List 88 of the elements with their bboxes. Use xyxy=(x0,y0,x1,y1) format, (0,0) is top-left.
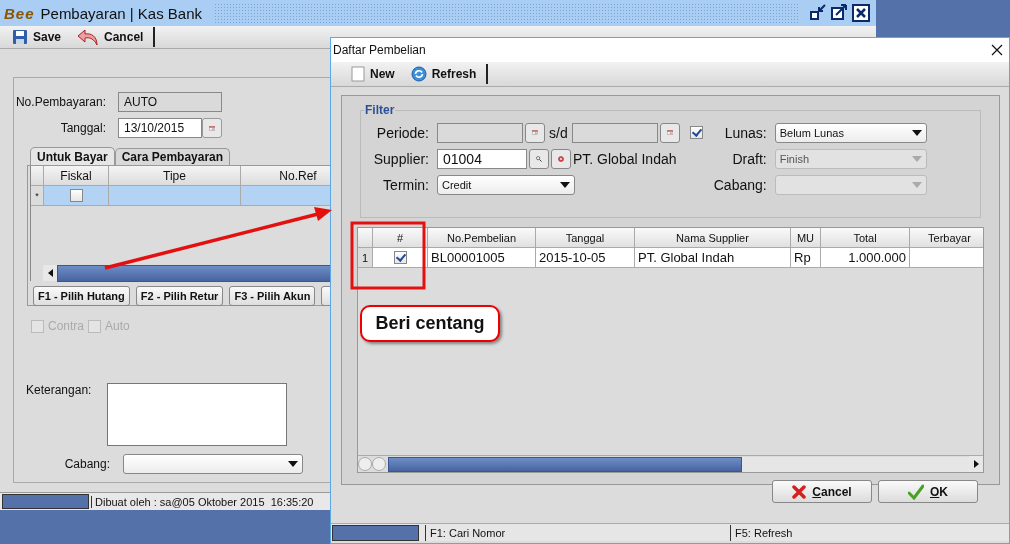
date-field[interactable] xyxy=(437,122,523,143)
table-cell: Rp xyxy=(791,248,821,268)
left-arrow-icon[interactable] xyxy=(47,269,53,277)
paid-status-dropdown[interactable]: Belum Lunas xyxy=(774,122,927,143)
clear-button[interactable] xyxy=(551,148,571,169)
checkbox[interactable] xyxy=(393,251,407,264)
cancel-button[interactable]: Cancel xyxy=(772,480,872,503)
row-number: 1 xyxy=(358,248,373,268)
terms-dropdown[interactable]: Credit xyxy=(437,174,575,195)
dialog-title: Daftar Pembelian xyxy=(333,43,426,57)
table-cell: 2015-10-05 xyxy=(536,248,635,268)
table-cell: BL00001005 xyxy=(428,248,536,268)
status-text: F1: Cari Nomor xyxy=(425,524,730,541)
field-label: Cabang: xyxy=(712,176,768,193)
column-header: Terbayar xyxy=(910,228,983,248)
action-button[interactable]: F3 - Pilih Akun xyxy=(229,286,316,306)
calendar-button[interactable] xyxy=(525,122,545,143)
field-label: Lunas: xyxy=(723,124,768,141)
caret-icon xyxy=(911,181,922,188)
action-button[interactable]: F2 - Pilih Retur xyxy=(135,286,224,306)
caret-icon xyxy=(560,181,570,188)
header-corner xyxy=(358,228,373,248)
field-label: Periode: xyxy=(375,124,430,141)
search-button[interactable] xyxy=(529,148,549,169)
column-header: # xyxy=(373,228,428,248)
field-label: Draft: xyxy=(731,150,768,167)
field-label: No.Pembayaran: xyxy=(14,95,107,109)
table-cell: 1.000.000 xyxy=(821,248,910,268)
field-label: Termin: xyxy=(382,176,430,193)
number-field: AUTO xyxy=(118,92,222,112)
save-button[interactable]: Save xyxy=(6,27,72,47)
app-logo: Bee xyxy=(4,4,35,22)
caret-icon xyxy=(288,461,298,467)
refresh-icon xyxy=(410,66,427,82)
scroll-right-icon[interactable] xyxy=(372,457,386,471)
new-button[interactable]: New xyxy=(345,64,405,84)
tab[interactable]: Untuk Bayar xyxy=(30,147,115,165)
column-header: Fiskal xyxy=(44,166,109,186)
column-header: Tanggal xyxy=(536,228,635,248)
date-field[interactable] xyxy=(571,122,658,143)
status-text: F5: Refresh xyxy=(730,524,793,541)
undo-arrow-icon xyxy=(77,28,100,46)
date-field[interactable]: 13/10/2015 xyxy=(118,118,202,138)
caret-icon xyxy=(911,129,922,136)
column-header: MU xyxy=(791,228,821,248)
field-label: Keterangan: xyxy=(26,383,92,399)
tab[interactable]: Cara Pembayaran xyxy=(114,148,231,165)
row-marker: * xyxy=(31,186,44,206)
restore-icon[interactable] xyxy=(810,4,826,20)
caret-icon xyxy=(911,155,922,162)
scroll-left-icon[interactable] xyxy=(358,457,372,471)
column-header: Nama Supplier xyxy=(635,228,791,248)
calendar-icon xyxy=(532,127,538,138)
header-corner xyxy=(31,166,44,186)
right-arrow-icon[interactable] xyxy=(973,460,979,468)
refresh-button[interactable]: Refresh xyxy=(404,64,487,84)
window-title: Pembayaran | Kas Bank xyxy=(40,4,202,22)
maximize-icon[interactable] xyxy=(831,4,847,20)
column-header: Total xyxy=(821,228,910,248)
range-separator: s/d xyxy=(548,124,569,141)
field-label: Supplier: xyxy=(372,150,430,167)
calendar-button[interactable] xyxy=(202,118,222,138)
calendar-icon xyxy=(666,127,673,138)
column-header: Tipe xyxy=(109,166,241,186)
check-icon xyxy=(908,483,924,500)
close-icon[interactable] xyxy=(991,44,1003,56)
status-text: Dibuat oleh : sa@05 Oktober 2015 16:35:20 xyxy=(91,495,314,508)
action-button[interactable]: F1 - Pilih Hutang xyxy=(33,286,130,306)
checkbox[interactable] xyxy=(69,189,83,202)
ok-button[interactable]: OK xyxy=(878,480,978,503)
supplier-name: PT. Global Indah xyxy=(573,150,677,167)
branch-dropdown[interactable] xyxy=(123,454,303,474)
calendar-button[interactable] xyxy=(659,122,680,143)
draft-dropdown: Finish xyxy=(774,148,927,169)
notes-field[interactable] xyxy=(107,383,288,446)
supplier-code-field[interactable]: 01004 xyxy=(437,148,527,169)
blank-page-icon xyxy=(351,66,365,82)
cancel-button[interactable]: Cancel xyxy=(71,27,154,47)
close-icon[interactable] xyxy=(852,4,870,22)
column-header: No.Pembelian xyxy=(428,228,536,248)
checkbox[interactable] xyxy=(689,126,703,139)
horizontal-scrollbar[interactable] xyxy=(358,455,983,472)
callout-label: Beri centang xyxy=(360,305,500,342)
table-cell: PT. Global Indah xyxy=(635,248,791,268)
cross-icon xyxy=(792,484,807,499)
field-label: Tanggal: xyxy=(59,121,107,135)
field-label: Cabang: xyxy=(63,457,110,471)
group-title: Filter xyxy=(364,103,396,117)
